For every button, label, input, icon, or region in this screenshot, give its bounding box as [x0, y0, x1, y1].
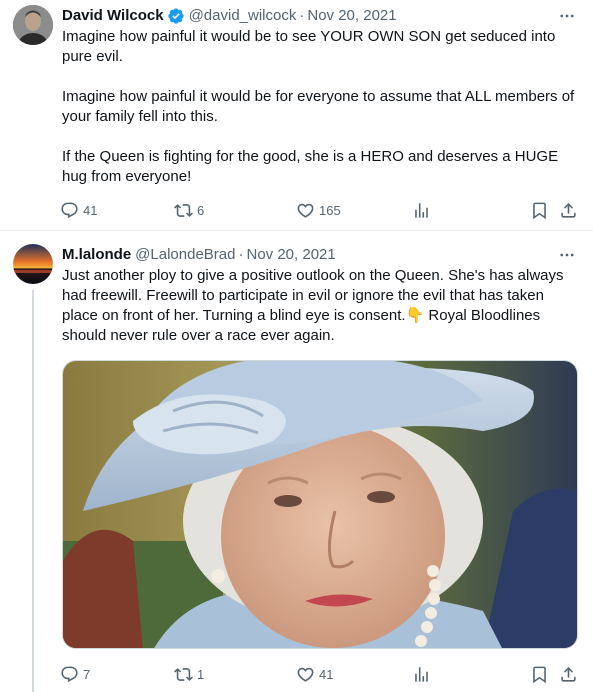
tweet-header: David Wilcock @david_wilcock · Nov 20, 2…	[62, 6, 397, 26]
views-icon	[415, 666, 428, 682]
reply-count: 7	[83, 666, 91, 682]
retweet-icon	[174, 667, 193, 681]
views-icon	[415, 202, 428, 218]
separator: ·	[238, 246, 244, 263]
thread-line	[32, 290, 34, 692]
like-count: 41	[319, 666, 334, 682]
avatar[interactable]	[13, 5, 53, 45]
verified-icon	[167, 7, 185, 25]
share-icon	[561, 202, 576, 218]
share-button[interactable]	[559, 200, 578, 220]
bookmark-icon	[533, 202, 546, 219]
views-button[interactable]	[412, 200, 431, 220]
author-handle[interactable]: @david_wilcock	[189, 6, 297, 26]
views-button[interactable]	[412, 664, 431, 684]
more-icon[interactable]	[557, 6, 577, 26]
like-icon	[297, 203, 314, 218]
tweet[interactable]: David Wilcock @david_wilcock · Nov 20, 2…	[0, 0, 593, 231]
tweet-text: Imagine how painful it would be to see Y…	[62, 27, 577, 187]
tweet-actions: 7 1 41	[54, 664, 584, 684]
tweet-paragraph: If the Queen is fighting for the good, s…	[62, 148, 559, 185]
like-button[interactable]: 41	[296, 664, 333, 684]
reply-icon	[61, 202, 78, 218]
tweet-photo[interactable]	[62, 360, 578, 649]
tweet-header: M.lalonde @LalondeBrad · Nov 20, 2021	[62, 245, 336, 265]
author-name[interactable]: David Wilcock	[62, 6, 164, 26]
tweet-text: Just another ploy to give a positive out…	[62, 266, 577, 346]
like-button[interactable]: 165	[296, 200, 341, 220]
reply-button[interactable]: 7	[60, 664, 90, 684]
tweet-date[interactable]: Nov 20, 2021	[307, 6, 396, 26]
like-count: 165	[319, 202, 341, 218]
tweet-paragraph: Just another ploy to give a positive out…	[62, 267, 564, 344]
author-handle[interactable]: @LalondeBrad	[135, 245, 235, 265]
share-icon	[561, 666, 576, 682]
retweet-button[interactable]: 1	[174, 664, 204, 684]
retweet-icon	[174, 203, 193, 217]
separator: ·	[299, 7, 305, 24]
share-button[interactable]	[559, 664, 578, 684]
reply-button[interactable]: 41	[60, 200, 97, 220]
tweet-paragraph: Imagine how painful it would be for ever…	[62, 88, 575, 125]
author-name[interactable]: M.lalonde	[62, 245, 131, 265]
reply-count: 41	[83, 202, 98, 218]
retweet-count: 1	[197, 666, 205, 682]
bookmark-icon	[533, 666, 546, 683]
avatar[interactable]	[13, 244, 53, 284]
tweet-actions: 41 6 165	[54, 200, 584, 220]
tweet-paragraph: Imagine how painful it would be to see Y…	[62, 28, 556, 65]
bookmark-button[interactable]	[530, 664, 549, 684]
like-icon	[297, 667, 314, 682]
more-icon[interactable]	[557, 245, 577, 265]
reply-icon	[61, 666, 78, 682]
tweet[interactable]: M.lalonde @LalondeBrad · Nov 20, 2021 Ju…	[0, 232, 593, 692]
retweet-count: 6	[197, 202, 205, 218]
bookmark-button[interactable]	[530, 200, 549, 220]
retweet-button[interactable]: 6	[174, 200, 204, 220]
tweet-date[interactable]: Nov 20, 2021	[246, 245, 335, 265]
